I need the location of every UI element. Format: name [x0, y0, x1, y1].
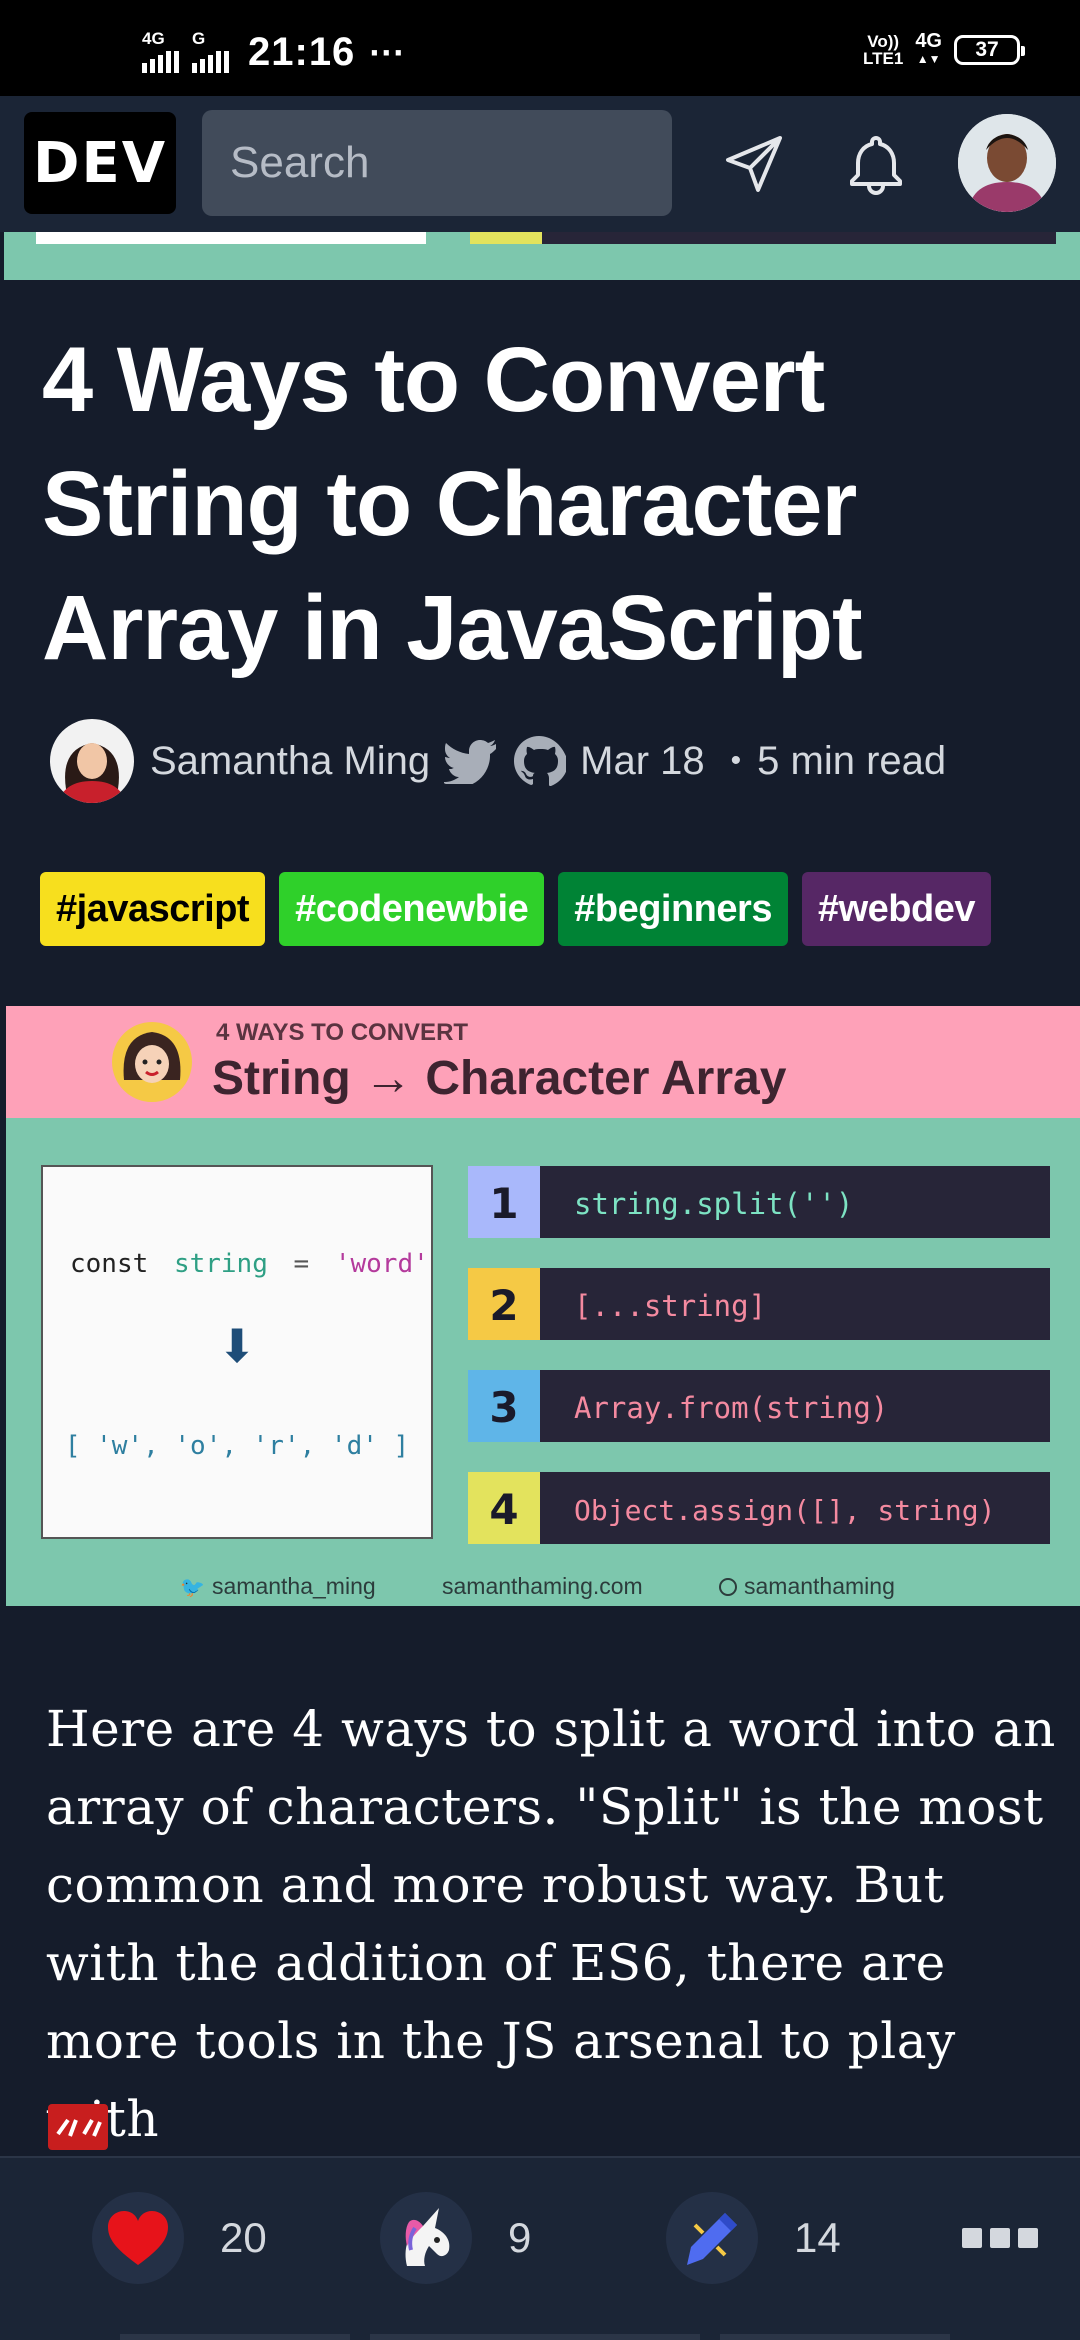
author-avatar[interactable]: [50, 719, 134, 803]
tag-list: #javascript #codenewbie #beginners #webd…: [40, 872, 991, 946]
footer-instagram: samanthaming: [744, 1573, 895, 1599]
code-declaration: const string = 'word': [70, 1249, 429, 1279]
svg-text:Object.assign([], string): Object.assign([], string): [574, 1494, 995, 1527]
cover-kicker: 4 WAYS TO CONVERT: [216, 1019, 468, 1046]
method-3: 3 Array.from(string): [468, 1370, 1050, 1442]
article-title: 4 Ways to Convert String to Character Ar…: [42, 329, 863, 679]
clock: 21:16: [248, 30, 356, 74]
unicorn-reaction[interactable]: 9: [380, 2192, 531, 2284]
svg-text:string.split(''): string.split(''): [574, 1187, 853, 1221]
svg-text:Array.from(string): Array.from(string): [574, 1391, 888, 1425]
svg-text:3: 3: [489, 1383, 518, 1432]
more-notifications-icon: ···: [369, 31, 406, 73]
dev-logo[interactable]: DEV: [24, 112, 176, 214]
signal-icon: G: [192, 29, 232, 73]
heart-reaction[interactable]: 20: [92, 2192, 267, 2284]
network-4g-icon: 4G ▲▼: [915, 30, 942, 66]
bitmoji-avatar: [112, 1022, 192, 1102]
heart-count: 20: [220, 2214, 267, 2261]
user-avatar[interactable]: [958, 114, 1056, 212]
battery-icon: 37: [954, 35, 1025, 65]
search-input[interactable]: [202, 110, 672, 216]
github-icon[interactable]: [512, 734, 567, 788]
svg-text:[...string]: [...string]: [574, 1289, 766, 1323]
bell-icon[interactable]: [844, 132, 908, 196]
svg-text:2: 2: [489, 1281, 518, 1330]
bookmark-count: 14: [794, 2214, 841, 2261]
svg-text:1: 1: [489, 1179, 518, 1228]
bookmark-reaction[interactable]: 14: [666, 2192, 841, 2284]
tag-codenewbie[interactable]: #codenewbie: [279, 872, 545, 946]
tools-emoji-icon: [48, 2104, 108, 2150]
unicorn-count: 9: [508, 2214, 532, 2261]
method-4: 4 Object.assign([], string): [468, 1472, 1050, 1544]
article-body: Here are 4 ways to split a word into an …: [46, 1700, 1056, 2148]
tag-beginners[interactable]: #beginners: [558, 872, 788, 946]
footer-site: samanthaming.com: [442, 1573, 643, 1599]
heart-icon: [108, 2211, 168, 2265]
publish-date: Mar 18: [580, 738, 705, 783]
bottom-nav-hint: [120, 2334, 950, 2340]
signal-icon: 4G: [142, 29, 182, 73]
bookmark-icon: [687, 2213, 737, 2265]
unicorn-icon: [405, 2208, 450, 2266]
separator-dot: •: [730, 744, 742, 777]
cover-image: 4 WAYS TO CONVERT String → Character Arr…: [6, 1006, 1080, 1606]
twitter-icon: 🐦: [180, 1575, 205, 1599]
cover-image-peek: [4, 232, 1080, 280]
footer-twitter: samantha_ming: [212, 1573, 376, 1599]
volte-indicator: Vo)) LTE1: [863, 32, 904, 68]
tag-javascript[interactable]: #javascript: [40, 872, 266, 946]
status-bar: 4G G 21:16 ··· Vo)) LTE1 4G ▲▼ 37: [0, 0, 1080, 96]
read-time: 5 min read: [757, 738, 947, 783]
svg-text:4: 4: [489, 1485, 518, 1534]
cover-heading: String → Character Array: [212, 1052, 787, 1105]
reaction-bar: 20 9 14: [0, 2156, 1080, 2340]
send-icon[interactable]: [722, 132, 786, 196]
code-result: [ 'w', 'o', 'r', 'd' ]: [65, 1431, 409, 1461]
method-2: 2 [...string]: [468, 1268, 1050, 1340]
author-name[interactable]: Samantha Ming: [150, 739, 430, 784]
more-options-icon[interactable]: [962, 2228, 1038, 2248]
method-1: 1 string.split(''): [468, 1166, 1050, 1238]
top-nav: DEV: [0, 96, 1080, 232]
twitter-icon[interactable]: [444, 738, 498, 784]
down-arrow-icon: ⬇: [218, 1319, 257, 1373]
author-meta: Samantha Ming Mar 18 • 5 min read: [50, 718, 946, 804]
tag-webdev[interactable]: #webdev: [801, 872, 991, 946]
